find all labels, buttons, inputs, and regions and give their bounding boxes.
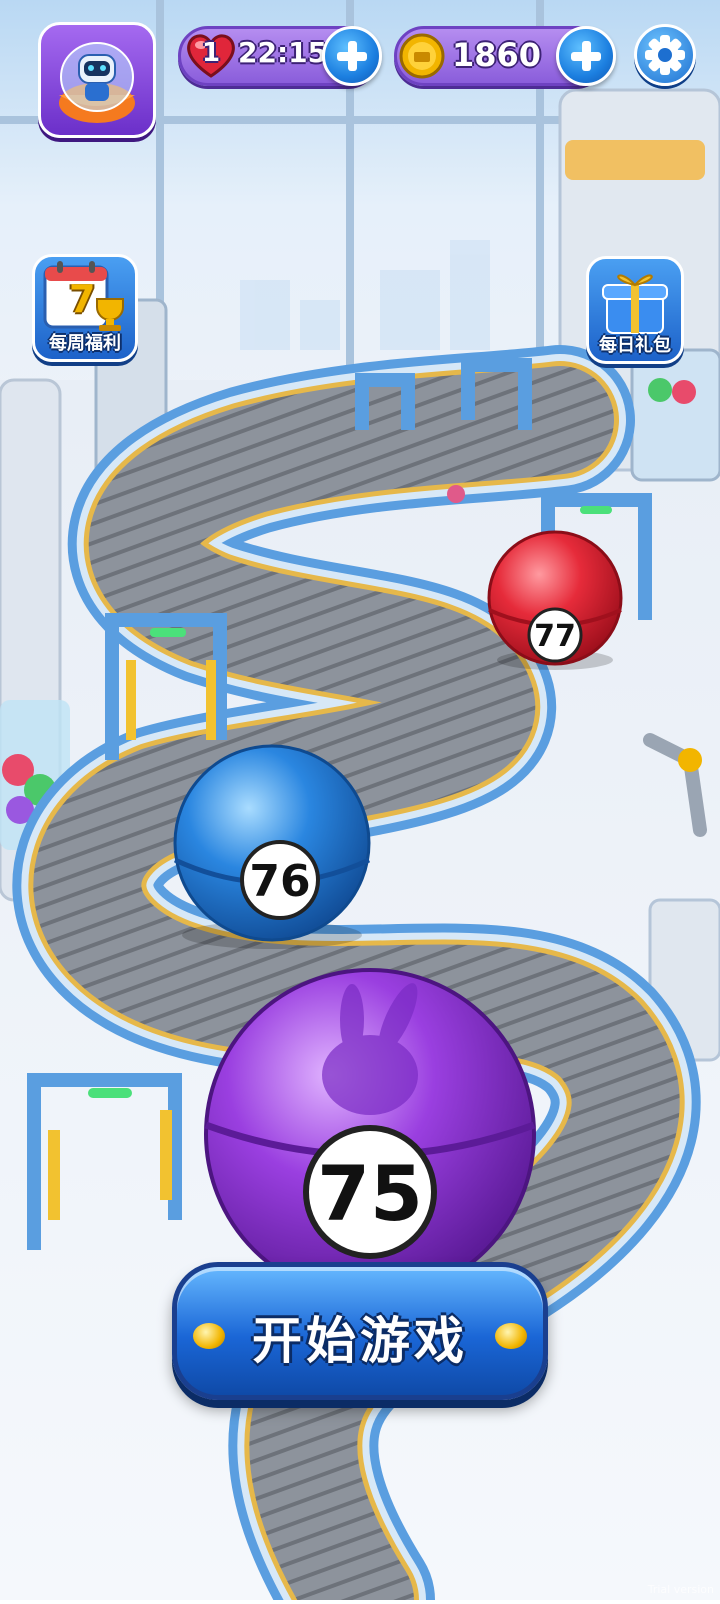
settings-button[interactable] — [634, 24, 696, 86]
level-node-77[interactable]: 77 — [487, 530, 623, 670]
gift-box-icon — [602, 274, 668, 334]
coin-icon — [399, 33, 445, 79]
weekly-rewards-button[interactable]: 7 每周福利 — [32, 254, 138, 362]
level-node-75-current[interactable]: 75 — [204, 968, 536, 1300]
level-number: 75 — [317, 1149, 423, 1238]
add-coins-button[interactable] — [556, 26, 616, 86]
weekly-rewards-label: 每周福利 — [49, 333, 121, 354]
robot-capsule-avatar-icon — [59, 42, 135, 123]
daily-gift-button[interactable]: 每日礼包 — [586, 256, 684, 364]
trial-version-watermark: Trial version — [647, 1583, 714, 1596]
level-node-76[interactable]: 76 — [173, 744, 371, 949]
start-game-label: 开始游戏 — [252, 1312, 468, 1370]
start-game-button[interactable]: 开始游戏 — [172, 1262, 548, 1400]
profile-avatar-button[interactable] — [38, 22, 156, 138]
lives-timer: 22:15 — [238, 36, 328, 69]
level-number: 77 — [534, 619, 576, 654]
level-number: 76 — [249, 856, 310, 907]
weekly-day-number: 7 — [69, 277, 96, 321]
add-lives-button[interactable] — [322, 26, 382, 86]
coin-balance: 1860 — [452, 36, 542, 74]
gear-icon — [645, 35, 685, 75]
lives-count: 1 — [201, 38, 221, 68]
daily-gift-label: 每日礼包 — [599, 335, 671, 356]
